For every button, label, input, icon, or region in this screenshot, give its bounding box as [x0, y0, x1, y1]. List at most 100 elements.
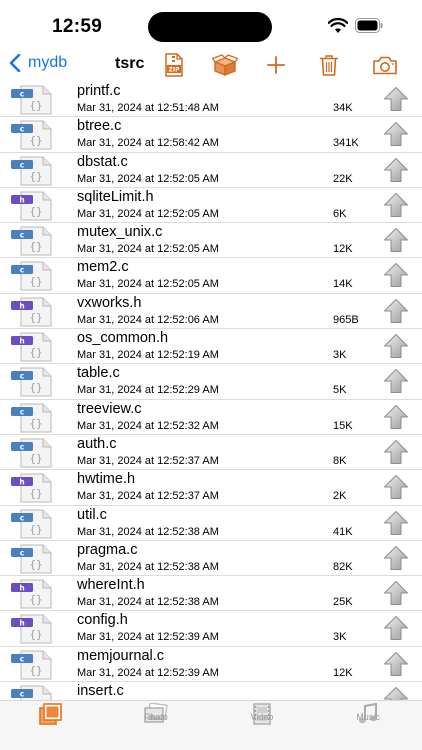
- file-name: whereInt.h: [77, 577, 145, 594]
- upload-arrow-icon[interactable]: [383, 439, 409, 465]
- svg-text:c: c: [20, 407, 24, 416]
- file-row[interactable]: {} c auth.c Mar 31, 2024 at 12:52:37 AM …: [0, 435, 422, 471]
- file-size: 6K: [333, 207, 347, 220]
- file-date: Mar 31, 2024 at 12:52:38 AM: [77, 596, 219, 609]
- file-row[interactable]: {} c treeview.c Mar 31, 2024 at 12:52:32…: [0, 400, 422, 435]
- source-file-icon: {} h: [11, 191, 52, 221]
- source-file-icon: {} c: [11, 509, 52, 539]
- source-file-icon: {} c: [11, 226, 52, 256]
- file-size: 22K: [333, 172, 353, 185]
- file-row[interactable]: {} c btree.c Mar 31, 2024 at 12:58:42 AM…: [0, 117, 422, 153]
- status-time: 12:59: [52, 16, 103, 37]
- file-row[interactable]: {} h whereInt.h Mar 31, 2024 at 12:52:38…: [0, 576, 422, 612]
- upload-arrow-icon[interactable]: [383, 510, 409, 536]
- camera-button[interactable]: [371, 52, 399, 78]
- file-row[interactable]: {} c mem2.c Mar 31, 2024 at 12:52:05 AM …: [0, 258, 422, 294]
- tab-photo[interactable]: Photo: [121, 701, 191, 741]
- svg-text:{}: {}: [29, 558, 42, 571]
- svg-text:ZIP: ZIP: [169, 67, 181, 74]
- file-size: 41K: [333, 525, 353, 538]
- trash-icon: [319, 55, 339, 76]
- svg-text:c: c: [20, 372, 24, 381]
- file-row[interactable]: {} c table.c Mar 31, 2024 at 12:52:29 AM…: [0, 364, 422, 400]
- file-row[interactable]: {} c mutex_unix.c Mar 31, 2024 at 12:52:…: [0, 223, 422, 259]
- upload-arrow-icon[interactable]: [383, 404, 409, 430]
- file-row[interactable]: {} h vxworks.h Mar 31, 2024 at 12:52:06 …: [0, 294, 422, 330]
- svg-text:c: c: [20, 513, 24, 522]
- zip-button[interactable]: ZIP: [160, 52, 188, 78]
- file-row[interactable]: {} c util.c Mar 31, 2024 at 12:52:38 AM …: [0, 506, 422, 541]
- file-row[interactable]: {} c printf.c Mar 31, 2024 at 12:51:48 A…: [0, 82, 422, 118]
- source-file-icon: {} c: [11, 685, 52, 700]
- file-date: Mar 31, 2024 at 12:52:05 AM: [77, 207, 219, 220]
- tab-video[interactable]: Video: [227, 701, 297, 741]
- file-date: Mar 31, 2024 at 12:58:42 AM: [77, 137, 219, 150]
- camera-icon: [373, 56, 397, 75]
- file-name: insert.c: [77, 683, 124, 700]
- upload-arrow-icon[interactable]: [383, 615, 409, 641]
- upload-arrow-icon[interactable]: [383, 298, 409, 324]
- file-name: memjournal.c: [77, 647, 165, 664]
- upload-arrow-icon[interactable]: [383, 227, 409, 253]
- file-row[interactable]: {} h os_common.h Mar 31, 2024 at 12:52:1…: [0, 329, 422, 365]
- upload-arrow-icon[interactable]: [383, 580, 409, 606]
- back-button[interactable]: mydb: [8, 54, 67, 72]
- delete-button[interactable]: [315, 52, 343, 78]
- file-date: Mar 31, 2024 at 12:52:38 AM: [77, 525, 219, 538]
- file-row[interactable]: {} c memjournal.c Mar 31, 2024 at 12:52:…: [0, 647, 422, 683]
- source-file-icon: {} c: [11, 438, 52, 468]
- file-size: 34K: [333, 102, 353, 114]
- file-row[interactable]: {} h hwtime.h Mar 31, 2024 at 12:52:37 A…: [0, 470, 422, 506]
- file-row[interactable]: {} c insert.c: [0, 682, 422, 700]
- svg-text:h: h: [19, 584, 24, 593]
- add-button[interactable]: [262, 52, 290, 78]
- file-name: hwtime.h: [77, 471, 136, 488]
- file-row[interactable]: {} h config.h Mar 31, 2024 at 12:52:39 A…: [0, 611, 422, 647]
- file-date: Mar 31, 2024 at 12:52:05 AM: [77, 172, 219, 185]
- svg-text:{}: {}: [29, 664, 42, 677]
- upload-arrow-icon[interactable]: [383, 651, 409, 677]
- svg-text:c: c: [20, 125, 24, 134]
- tab-photo-label: Photo: [144, 712, 168, 722]
- file-size: 2K: [333, 490, 347, 503]
- file-size: 5K: [333, 384, 347, 397]
- upload-arrow-icon[interactable]: [383, 333, 409, 359]
- upload-arrow-icon[interactable]: [383, 368, 409, 394]
- upload-arrow-icon[interactable]: [383, 686, 409, 700]
- file-size: 965B: [333, 313, 359, 326]
- svg-text:c: c: [20, 266, 24, 275]
- source-file-icon: {} c: [11, 650, 52, 680]
- file-row[interactable]: {} h sqliteLimit.h Mar 31, 2024 at 12:52…: [0, 188, 422, 224]
- archive-button[interactable]: [211, 52, 239, 78]
- source-file-icon: {} h: [11, 473, 52, 503]
- upload-arrow-icon[interactable]: [383, 474, 409, 500]
- file-size: 82K: [333, 560, 353, 573]
- battery-icon: [355, 18, 383, 33]
- file-name: printf.c: [77, 83, 121, 99]
- svg-text:c: c: [20, 160, 24, 169]
- zip-file-icon: ZIP: [165, 53, 183, 77]
- svg-text:{}: {}: [29, 346, 42, 359]
- file-size: 3K: [333, 631, 347, 644]
- upload-arrow-icon[interactable]: [383, 157, 409, 183]
- upload-arrow-icon[interactable]: [383, 192, 409, 218]
- file-name: table.c: [77, 365, 120, 382]
- upload-arrow-icon[interactable]: [383, 86, 409, 112]
- tab-files[interactable]: [16, 701, 86, 741]
- tab-music-label: Music: [356, 712, 380, 722]
- svg-text:{}: {}: [29, 487, 42, 500]
- svg-text:h: h: [19, 478, 24, 487]
- source-file-icon: {} c: [11, 544, 52, 574]
- file-size: 341K: [333, 137, 359, 150]
- upload-arrow-icon[interactable]: [383, 545, 409, 571]
- svg-text:{}: {}: [29, 452, 42, 465]
- file-row[interactable]: {} c dbstat.c Mar 31, 2024 at 12:52:05 A…: [0, 153, 422, 188]
- upload-arrow-icon[interactable]: [383, 262, 409, 288]
- file-list[interactable]: {} c printf.c Mar 31, 2024 at 12:51:48 A…: [0, 82, 422, 700]
- svg-text:c: c: [20, 231, 24, 240]
- upload-arrow-icon[interactable]: [383, 121, 409, 147]
- file-row[interactable]: {} c pragma.c Mar 31, 2024 at 12:52:38 A…: [0, 541, 422, 577]
- svg-text:h: h: [19, 337, 24, 346]
- wifi-icon: [328, 18, 348, 33]
- tab-music[interactable]: Music: [333, 701, 403, 741]
